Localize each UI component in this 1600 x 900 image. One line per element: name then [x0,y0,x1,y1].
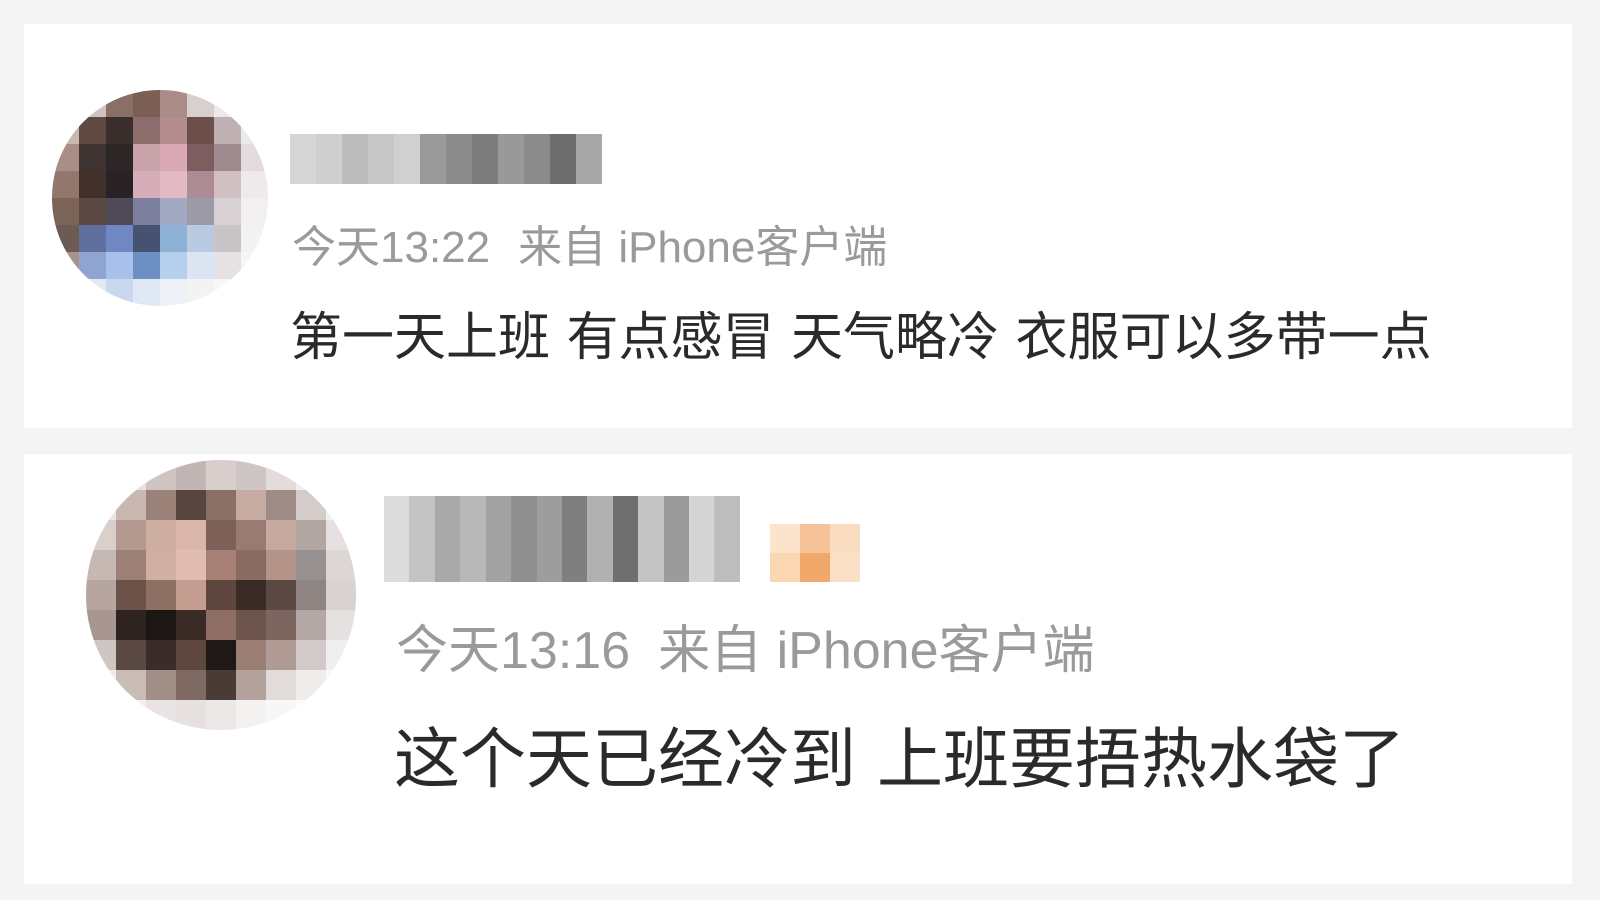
comment-list: 今天13:22 来自 iPhone客户端 第一天上班 有点感冒 天气略冷 衣服可以… [0,0,1600,900]
comment-text: 这个天已经冷到 上班要捂热水袋了 [394,721,1405,798]
comment-source: 来自 iPhone客户端 [658,622,1095,680]
user-badge-icon [770,524,860,582]
comment-card: 今天13:22 来自 iPhone客户端 第一天上班 有点感冒 天气略冷 衣服可以… [24,24,1572,428]
username-pixelated[interactable] [290,134,602,184]
comment-card: 今天13:16 来自 iPhone客户端 这个天已经冷到 上班要捂热水袋了 [24,454,1572,884]
comment-source: 来自 iPhone客户端 [518,223,888,272]
avatar[interactable] [86,460,356,730]
avatar[interactable] [52,90,268,306]
comment-time: 今天13:16 [396,622,631,680]
comment-time: 今天13:22 [292,223,491,272]
comment-text: 第一天上班 有点感冒 天气略冷 衣服可以多带一点 [290,308,1432,368]
comment-meta: 今天13:22 来自 iPhone客户端 [292,222,887,274]
username-pixelated[interactable] [384,496,740,582]
comment-meta: 今天13:16 来自 iPhone客户端 [396,620,1095,682]
